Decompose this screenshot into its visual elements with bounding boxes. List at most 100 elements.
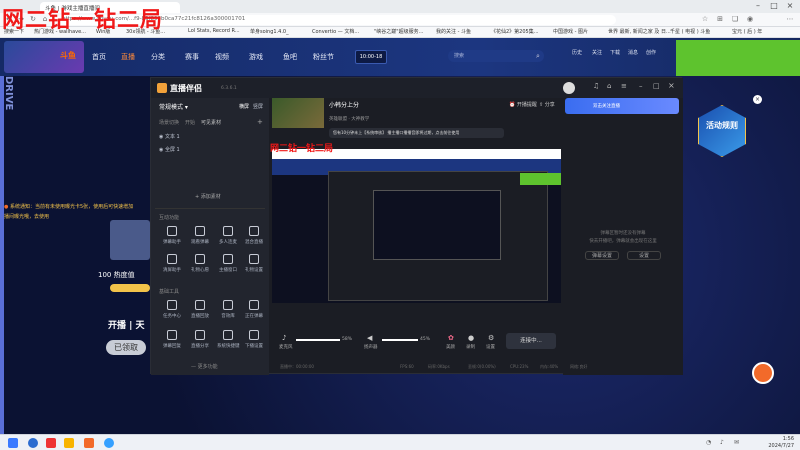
- beauty-icon[interactable]: ✿: [448, 334, 454, 342]
- nav-item-game[interactable]: 游戏: [249, 52, 263, 62]
- create-link[interactable]: 创作: [646, 49, 656, 56]
- browser-icon[interactable]: [104, 438, 114, 448]
- bookmark-item[interactable]: 《花仙2》第205集...: [491, 28, 539, 35]
- douyu-logo[interactable]: 斗鱼: [60, 50, 76, 61]
- room-title[interactable]: 小韩分上分: [329, 100, 359, 109]
- danmaku-settings-button[interactable]: 弹幕设置: [585, 251, 619, 260]
- tool-offline-settings[interactable]: 下播设置: [243, 330, 265, 349]
- start-menu-icon[interactable]: [8, 438, 18, 448]
- bookmark-item[interactable]: "峡谷之巅"超级服务...: [374, 28, 423, 35]
- clock-date[interactable]: 2024/7/27: [754, 443, 794, 449]
- mic-slider[interactable]: [296, 339, 340, 341]
- tool-live-danmaku[interactable]: 正在弹幕: [243, 300, 265, 319]
- nav-item-fanfest[interactable]: 粉丝节: [313, 52, 334, 62]
- nav-item-video[interactable]: 视频: [215, 52, 229, 62]
- search-icon[interactable]: ⌕: [536, 52, 540, 61]
- menu-icon[interactable]: ≡: [621, 82, 627, 90]
- scene-switch-label[interactable]: 场景切换: [159, 119, 179, 126]
- close-activity-icon[interactable]: ×: [753, 95, 762, 104]
- tool-replay[interactable]: 直播回放: [189, 300, 211, 319]
- history-link[interactable]: 历史: [572, 49, 582, 56]
- tool-gift-wish[interactable]: 礼物心愿: [189, 254, 211, 273]
- volume-icon[interactable]: ♪: [720, 439, 724, 446]
- promo-timer[interactable]: 10:00-18: [355, 50, 387, 64]
- shirt-icon[interactable]: ⌂: [607, 82, 611, 90]
- start-stream-button[interactable]: 连接中...: [506, 333, 556, 349]
- collections-icon[interactable]: ❏: [730, 15, 740, 23]
- edge-icon[interactable]: [28, 438, 38, 448]
- tool-clear-screen[interactable]: 清屏助手: [161, 254, 183, 273]
- floating-helper-icon[interactable]: [752, 362, 774, 384]
- tool-multi-mic[interactable]: 多人连麦: [217, 226, 239, 245]
- bookmark-item[interactable]: 千星 ( 电视 ) 斗鱼: [670, 28, 710, 35]
- nav-item-category[interactable]: 分类: [151, 52, 165, 62]
- room-category[interactable]: 英雄联盟 · 大神教学: [329, 116, 369, 122]
- bookmark-item[interactable]: 宝元 ( 后 ) 年: [732, 28, 762, 35]
- follow-link[interactable]: 关注: [592, 49, 602, 56]
- claimed-button[interactable]: 已领取: [106, 340, 146, 355]
- tool-share[interactable]: 直播分享: [189, 330, 211, 349]
- eye-icon[interactable]: ◉: [159, 147, 163, 153]
- douyu-app-icon[interactable]: [84, 438, 94, 448]
- source-item-text[interactable]: ◉ 文本 1: [159, 133, 180, 140]
- speaker-slider[interactable]: [382, 339, 418, 341]
- maximize-icon[interactable]: □: [766, 1, 782, 11]
- star-icon[interactable]: ☆: [700, 15, 710, 23]
- tool-hotkeys[interactable]: 系统快捷键: [217, 330, 240, 349]
- clock-time[interactable]: 1:56: [760, 436, 794, 442]
- tab-landscape[interactable]: 横屏: [239, 103, 249, 110]
- settings-icon[interactable]: ⚙: [488, 334, 494, 342]
- mic-icon[interactable]: ♪: [282, 334, 286, 342]
- tool-task-center[interactable]: 任务中心: [161, 300, 183, 319]
- notification-icon[interactable]: ✉: [734, 439, 739, 446]
- source-item-fullscreen[interactable]: ◉ 全屏 1: [159, 146, 180, 153]
- more-tools-link[interactable]: — 更多功能: [191, 363, 218, 370]
- folder-icon[interactable]: [64, 438, 74, 448]
- network-icon[interactable]: ◔: [706, 439, 711, 446]
- nav-item-fishbar[interactable]: 鱼吧: [283, 52, 297, 62]
- download-link[interactable]: 下载: [610, 49, 620, 56]
- bookmark-item[interactable]: 单身soing1.4.0_: [250, 28, 289, 35]
- open-reminder-button[interactable]: ⏰ 开播提醒: [509, 101, 537, 108]
- app-icon-red[interactable]: [46, 438, 56, 448]
- nav-item-live[interactable]: 直播: [121, 52, 135, 62]
- add-scene-icon[interactable]: +: [257, 118, 263, 126]
- bookmark-item[interactable]: 世界 最新, 新闻之家 及 日...: [608, 28, 671, 35]
- bookmark-item[interactable]: 我的关注 - 斗鱼: [436, 28, 471, 35]
- nav-item-match[interactable]: 赛事: [185, 52, 199, 62]
- tool-reply[interactable]: 弹幕回复: [161, 330, 183, 349]
- speaker-icon[interactable]: ◀: [367, 334, 372, 342]
- add-source-button[interactable]: + 添加素材: [195, 193, 221, 200]
- bookmark-item[interactable]: Convertio — 文档...: [312, 28, 359, 35]
- bookmark-item[interactable]: 中国游戏 - 图片: [553, 28, 588, 35]
- message-link[interactable]: 消息: [628, 49, 638, 56]
- app-minimize-icon[interactable]: –: [639, 82, 643, 90]
- close-icon[interactable]: ×: [782, 1, 798, 11]
- headset-icon[interactable]: ♫: [593, 82, 599, 90]
- tool-mixed-live[interactable]: 混合直播: [243, 226, 265, 245]
- more-icon[interactable]: ⋯: [785, 15, 795, 23]
- panel-settings-button[interactable]: 设置: [627, 251, 661, 260]
- visible-sources-label[interactable]: 可见素材: [201, 119, 221, 126]
- share-button[interactable]: ⇪ 分享: [539, 101, 555, 108]
- record-icon[interactable]: ●: [468, 334, 474, 342]
- tool-gift-settings[interactable]: 礼物设置: [243, 254, 265, 273]
- tool-sound-library[interactable]: 音效库: [217, 300, 239, 319]
- tip-banner[interactable]: 您有10分钟未上【系统审核】 播主播口播播音即将过期，点击前往使用: [329, 128, 504, 138]
- minimize-icon[interactable]: –: [750, 1, 766, 11]
- system-notice-2[interactable]: 播间曝光哦，去使用: [4, 213, 49, 220]
- tool-view-danmaku[interactable]: 观看弹幕: [189, 226, 211, 245]
- mode-select[interactable]: 常规模式 ▾: [159, 102, 188, 111]
- tool-anchor-window[interactable]: 主播窗口: [217, 254, 239, 273]
- user-avatar[interactable]: [563, 82, 575, 94]
- stream-preview[interactable]: 网二钻一钻二局: [270, 144, 561, 303]
- extensions-icon[interactable]: ⊞: [715, 15, 725, 23]
- app-maximize-icon[interactable]: □: [653, 82, 660, 90]
- bookmark-item[interactable]: Lol Stats, Record R...: [188, 28, 240, 34]
- scene-start-label[interactable]: 开始: [185, 119, 195, 126]
- profile-icon[interactable]: ◉: [745, 15, 755, 23]
- site-search-input[interactable]: 搜索: [448, 50, 544, 62]
- follow-banner[interactable]: [565, 98, 679, 114]
- app-close-icon[interactable]: ×: [668, 81, 675, 90]
- room-cover-image[interactable]: [272, 98, 324, 128]
